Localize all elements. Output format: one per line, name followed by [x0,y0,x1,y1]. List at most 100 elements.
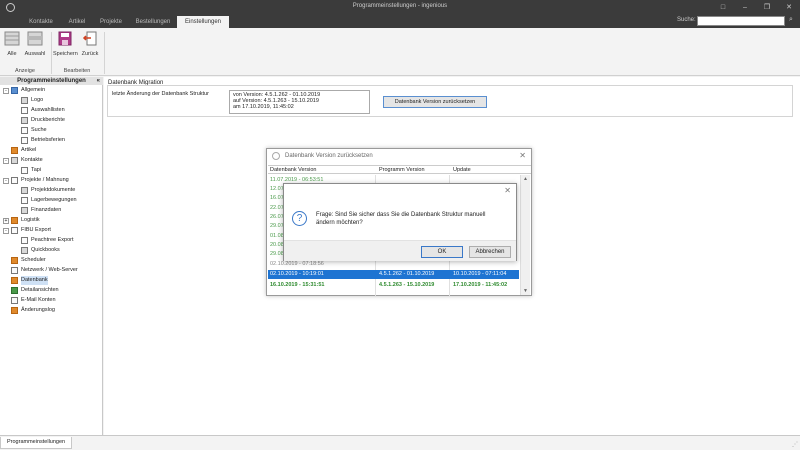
search-icon[interactable]: ⌕ [789,16,793,24]
sidebar-item-projektdokumente[interactable]: Projektdokumente [21,186,75,195]
sidebar-item-fibu-export[interactable]: - FIBU Export [3,226,51,235]
network-icon [11,267,18,274]
binoculars-icon [21,127,28,134]
tab-bestellungen[interactable]: Bestellungen [132,16,174,28]
sidebar-item-scheduler[interactable]: Scheduler [11,256,46,265]
scroll-up-icon[interactable]: ▲ [523,176,528,182]
sidebar-item-finanzdaten[interactable]: Finanzdaten [21,206,61,215]
table-row-selected[interactable]: 02.10.2019 - 10:19:01 4.5.1.262 - 01.10.… [268,270,519,279]
column-header[interactable]: Programm Version [379,167,425,173]
grid-selection-icon [27,31,43,46]
sidebar-item-peachtree-export[interactable]: Peachtree Export [21,236,74,245]
export-icon [11,227,18,234]
sidebar-item-artikel[interactable]: Artikel [11,146,36,155]
scroll-down-icon[interactable]: ▼ [523,288,528,294]
auswahl-label: Auswahl [24,51,46,57]
export-icon [21,237,28,244]
sidebar-item-aenderungslog[interactable]: Änderungslog [11,306,55,315]
migration-group: letzte Änderung der Datenbank Struktur v… [107,85,793,117]
tab-artikel[interactable]: Artikel [64,16,90,28]
confirm-dialog: ✕ ? Frage: Sind Sie sicher dass Sie die … [283,183,517,261]
sidebar-item-druckberichte[interactable]: Druckberichte [21,116,65,125]
sidebar-item-suche[interactable]: Suche [21,126,47,135]
auswahl-button[interactable]: Auswahl [23,31,47,57]
alle-label: Alle [7,51,17,57]
table-row-current[interactable]: 16.10.2019 - 15:31:51 4.5.1.263 - 15.10.… [268,281,519,290]
list-icon [21,107,28,114]
sidebar-title: Programmeinstellungen [17,78,86,84]
collapse-toggle-icon[interactable]: - [3,227,9,234]
sidebar-item-logo[interactable]: Logo [21,96,43,105]
tab-projekte[interactable]: Projekte [93,16,129,28]
migration-info-date: am 17.10.2019, 11:45:02 [233,104,294,110]
restore-button[interactable]: ❐ [756,0,778,15]
sidebar-item-tapi[interactable]: Tapi [21,166,41,175]
tab-programmeinstellungen[interactable]: Programmeinstellungen [0,437,73,449]
sidebar-item-email-konten[interactable]: E-Mail Konten [11,296,56,305]
image-icon [21,97,28,104]
beach-icon [21,137,28,144]
sidebar-item-projekte-mahnung[interactable]: - Projekte / Mahnung [3,176,69,185]
window-controls: □ – ❐ ✕ [712,0,800,15]
tab-einstellungen[interactable]: Einstellungen [177,16,229,28]
document-icon [11,177,18,184]
alle-button[interactable]: Alle [3,31,21,57]
expand-toggle-icon[interactable]: + [3,217,9,224]
menu-icon[interactable]: □ [712,0,734,15]
minimize-button[interactable]: – [734,0,756,15]
search-label: Suche: [677,17,696,23]
version-grid-header: Datenbank Version Programm Version Updat… [268,165,531,174]
sidebar-item-allgemein[interactable]: - Allgemein [3,86,45,95]
sidebar-item-netzwerk[interactable]: Netzwerk / Web-Server [11,266,78,275]
settings-sidebar: Programmeinstellungen « - Allgemein Logo … [0,77,103,435]
sidebar-item-lagerbewegungen[interactable]: Lagerbewegungen [21,196,77,205]
vertical-scrollbar[interactable]: ▲ ▼ [520,175,530,295]
bottom-tab-bar: Programmeinstellungen ⋰ [0,435,800,450]
resize-grip-icon[interactable]: ⋰ [792,441,798,448]
ribbon-separator [51,32,52,74]
collapse-icon[interactable]: « [97,77,100,85]
dialog-footer: OK Abbrechen [284,240,516,261]
zurueck-button[interactable]: Zurück [79,31,101,57]
tab-kontakte[interactable]: Kontakte [18,16,64,28]
close-icon[interactable]: ✕ [504,186,511,195]
settings-icon [11,87,18,94]
column-header[interactable]: Update [453,167,471,173]
sidebar-item-auswahllisten[interactable]: Auswahllisten [21,106,65,115]
migration-info-box: von Version: 4.5.1.262 - 01.10.2019 auf … [229,90,370,114]
sidebar-item-betriebsferien[interactable]: Betriebsferien [21,136,65,145]
sidebar-item-kontakte[interactable]: - Kontakte [3,156,43,165]
sidebar-header: Programmeinstellungen « [0,77,103,85]
confirm-message: Frage: Sind Sie sicher dass Sie die Date… [316,212,486,226]
close-icon[interactable]: ✕ [519,151,526,160]
truck-icon [11,217,18,224]
collapse-toggle-icon[interactable]: - [3,177,9,184]
app-logo-icon [272,152,280,160]
ribbon: Alle Auswahl Anzeige Speichern Zurück Be… [0,28,800,76]
column-header[interactable]: Datenbank Version [270,167,316,173]
group-bearbeiten-label: Bearbeiten [63,68,91,74]
title-bar: Programmeinstellungen - ingenious □ – ❐ … [0,0,800,15]
close-button[interactable]: ✕ [778,0,800,15]
database-icon [11,277,18,284]
sidebar-item-logistik[interactable]: + Logistik [3,216,40,225]
sidebar-item-datenbank[interactable]: Datenbank [11,276,48,285]
log-icon [11,307,18,314]
speichern-button[interactable]: Speichern [53,31,78,57]
zurueck-label: Zurück [81,51,99,57]
sidebar-item-detailansichten[interactable]: Detailansichten [11,286,59,295]
search-input[interactable] [697,16,785,26]
version-dialog-title: Datenbank Version zurücksetzen [285,153,373,159]
clock-icon [11,257,18,264]
collapse-toggle-icon[interactable]: - [3,87,9,94]
reset-db-version-button[interactable]: Datenbank Version zurücksetzen [383,96,487,108]
table-row[interactable]: 02.10.2019 - 07:18:56 [268,260,519,269]
cancel-button[interactable]: Abbrechen [469,246,511,258]
window-title: Programmeinstellungen - ingenious [352,3,448,9]
mail-icon [11,297,18,304]
sidebar-item-quickbooks[interactable]: Quickbooks [21,246,60,255]
collapse-toggle-icon[interactable]: - [3,157,9,164]
warehouse-icon [21,197,28,204]
ok-button[interactable]: OK [421,246,463,258]
documents-icon [21,187,28,194]
